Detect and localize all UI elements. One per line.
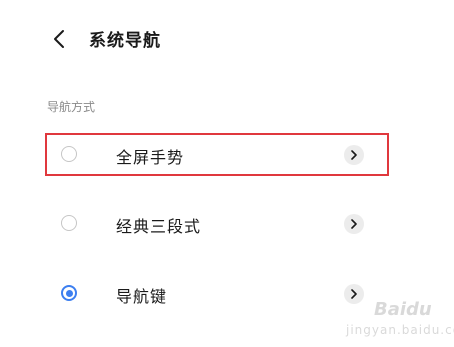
option-label: 导航键	[116, 287, 168, 306]
chevron-right-icon[interactable]	[344, 284, 364, 304]
watermark-url: jingyan.baidu.com	[346, 323, 454, 337]
radio-button[interactable]	[61, 215, 77, 231]
header: 系统导航	[0, 0, 454, 72]
chevron-right-icon[interactable]	[344, 145, 364, 165]
section-label: 导航方式	[47, 100, 96, 114]
option-classic-three-button[interactable]: 经典三段式	[46, 202, 392, 246]
radio-button-checked[interactable]	[61, 285, 77, 301]
option-navigation-keys[interactable]: 导航键	[46, 272, 392, 316]
page-title: 系统导航	[89, 31, 161, 51]
chevron-left-icon	[54, 30, 64, 48]
option-label: 全屏手势	[116, 148, 185, 167]
chevron-right-icon[interactable]	[344, 214, 364, 234]
option-fullscreen-gesture[interactable]: 全屏手势	[46, 133, 392, 177]
back-button[interactable]	[48, 27, 72, 51]
system-navigation-screen: 系统导航 导航方式 全屏手势 经典三段式 导航键 Baidu jingyan.b…	[0, 0, 454, 347]
option-label: 经典三段式	[116, 217, 202, 236]
radio-button[interactable]	[61, 146, 77, 162]
